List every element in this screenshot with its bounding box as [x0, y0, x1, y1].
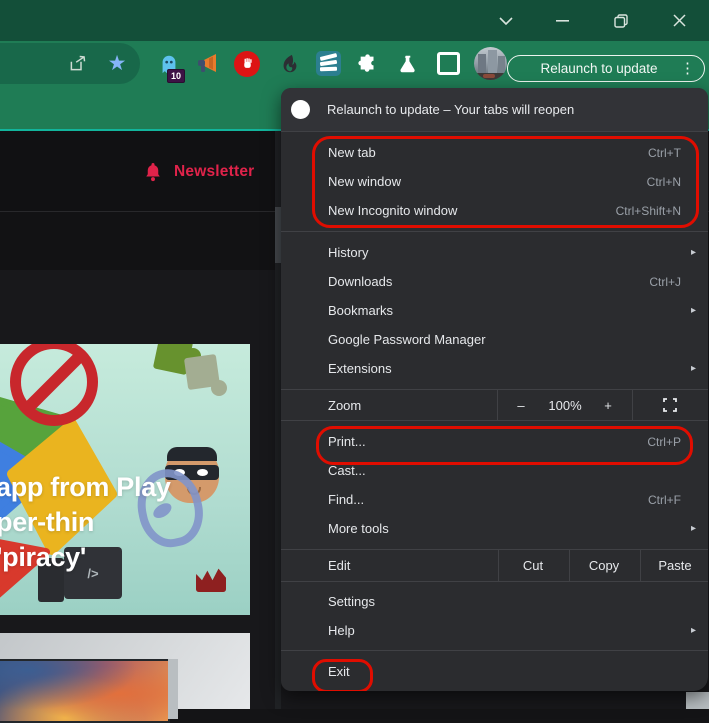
menu-item-cast[interactable]: Cast...: [281, 456, 708, 485]
zoom-label: Zoom: [328, 397, 362, 413]
menu-item-settings[interactable]: Settings: [281, 587, 708, 616]
menu-item-label: Extensions: [328, 361, 392, 376]
menu-item-label: New window: [328, 174, 401, 189]
menu-item-label: Find...: [328, 492, 365, 507]
submenu-arrow-icon: ▸: [690, 523, 696, 534]
menu-item-label: Google Password Manager: [328, 332, 486, 347]
menu-item-shortcut: Ctrl+F: [648, 492, 681, 507]
menu-item-downloads[interactable]: Downloads Ctrl+J: [281, 267, 708, 296]
edit-label: Edit: [328, 558, 351, 573]
newsletter-bell-icon[interactable]: [144, 162, 162, 187]
menu-item-find[interactable]: Find... Ctrl+F: [281, 485, 708, 514]
menu-item-google-password-manager[interactable]: Google Password Manager: [281, 325, 708, 354]
menu-header-text: Relaunch to update – Your tabs will reop…: [327, 102, 575, 117]
menu-item-new-tab[interactable]: New tab Ctrl+T: [281, 138, 708, 167]
flask-extension-icon[interactable]: [390, 43, 426, 84]
divider: [569, 550, 570, 581]
menu-item-shortcut: Ctrl+T: [648, 145, 681, 160]
menu-section-exit: Exit: [281, 651, 708, 691]
hand-blocker-extension-icon[interactable]: [229, 43, 265, 84]
menu-kebab-icon[interactable]: ⋮: [680, 61, 704, 76]
window-menu-chevron-icon[interactable]: [483, 0, 529, 41]
menu-item-print[interactable]: Print... Ctrl+P: [281, 427, 708, 456]
menu-item-label: Downloads: [328, 274, 393, 289]
menu-item-label: New tab: [328, 145, 376, 160]
menu-item-help[interactable]: Help ▸: [281, 616, 708, 645]
menu-item-exit[interactable]: Exit: [281, 657, 708, 686]
menu-item-zoom: Zoom – 100% +: [281, 390, 708, 420]
menu-section-new: New tab Ctrl+T New window Ctrl+N New Inc…: [281, 132, 708, 231]
window-titlebar: [0, 0, 709, 41]
menu-section-actions: Print... Ctrl+P Cast... Find... Ctrl+F M…: [281, 421, 708, 549]
menu-item-label: Cast...: [328, 463, 366, 478]
side-panel-extension-icon[interactable]: [430, 43, 466, 84]
menu-item-label: Help: [328, 623, 355, 638]
submenu-arrow-icon: ▸: [690, 247, 696, 258]
menu-item-label: Exit: [328, 664, 350, 679]
menu-section-settings: Settings Help ▸: [281, 582, 708, 650]
restore-button[interactable]: [598, 0, 644, 41]
fullscreen-icon[interactable]: [663, 398, 677, 417]
headline-line-2: per-thin: [0, 507, 95, 537]
menu-section-library: History ▸ Downloads Ctrl+J Bookmarks ▸ G…: [281, 232, 708, 389]
headline-line-1: app from Play: [0, 472, 171, 502]
menu-item-extensions[interactable]: Extensions ▸: [281, 354, 708, 383]
menu-item-shortcut: Ctrl+Shift+N: [615, 203, 681, 218]
extension-badge: 10: [167, 69, 186, 83]
update-status-icon: [291, 100, 310, 119]
menu-item-shortcut: Ctrl+J: [649, 274, 681, 289]
cut-button[interactable]: Cut: [523, 558, 543, 573]
close-button[interactable]: [656, 0, 702, 41]
menu-item-more-tools[interactable]: More tools ▸: [281, 514, 708, 543]
submenu-arrow-icon: ▸: [690, 363, 696, 374]
menu-item-shortcut: Ctrl+P: [647, 434, 681, 449]
menu-item-shortcut: Ctrl+N: [646, 174, 681, 189]
tv-art: [0, 659, 170, 723]
zoom-out-button[interactable]: –: [517, 398, 524, 413]
headline-line-3: 'piracy': [0, 542, 86, 572]
article-thumbnail-play-store[interactable]: /> app from Play per-thin 'piracy': [0, 344, 250, 615]
flame-extension-icon[interactable]: [272, 43, 308, 84]
menu-header-relaunch[interactable]: Relaunch to update – Your tabs will reop…: [281, 88, 708, 131]
zoom-value: 100%: [548, 397, 582, 413]
share-icon[interactable]: [59, 43, 95, 84]
extensions-puzzle-icon[interactable]: [350, 43, 386, 84]
article-thumbnail-tv[interactable]: [0, 633, 250, 723]
relaunch-label: Relaunch to update: [540, 61, 658, 76]
copy-button[interactable]: Copy: [589, 558, 619, 573]
menu-item-label: New Incognito window: [328, 203, 458, 218]
menu-item-new-incognito-window[interactable]: New Incognito window Ctrl+Shift+N: [281, 196, 708, 225]
teal-book-extension-icon[interactable]: [310, 43, 346, 84]
chrome-app-menu: Relaunch to update – Your tabs will reop…: [281, 88, 708, 691]
profile-avatar[interactable]: [472, 43, 508, 84]
submenu-arrow-icon: ▸: [690, 305, 696, 316]
menu-item-label: Bookmarks: [328, 303, 394, 318]
menu-item-edit: Edit Cut Copy Paste: [281, 550, 708, 581]
divider: [632, 390, 633, 420]
menu-item-bookmarks[interactable]: Bookmarks ▸: [281, 296, 708, 325]
tv-side-art: [168, 659, 178, 719]
divider: [498, 550, 499, 581]
minimize-button[interactable]: [539, 0, 585, 41]
menu-item-label: More tools: [328, 521, 389, 536]
ghost-extension-icon[interactable]: 10: [151, 43, 187, 84]
menu-item-label: History: [328, 245, 369, 260]
divider: [640, 550, 641, 581]
newsletter-link[interactable]: Newsletter: [174, 163, 254, 181]
submenu-arrow-icon: ▸: [690, 625, 696, 636]
zoom-in-button[interactable]: +: [604, 398, 612, 413]
page-content-corner: [686, 692, 709, 709]
menu-item-new-window[interactable]: New window Ctrl+N: [281, 167, 708, 196]
megaphone-extension-icon[interactable]: [189, 43, 225, 84]
divider: [497, 390, 498, 420]
bookmark-star-icon[interactable]: ★: [99, 43, 135, 84]
article-headline: app from Play per-thin 'piracy': [0, 470, 171, 575]
menu-item-label: Settings: [328, 594, 375, 609]
menu-item-label: Print...: [328, 434, 366, 449]
relaunch-to-update-button[interactable]: Relaunch to update ⋮: [507, 55, 705, 82]
menu-item-history[interactable]: History ▸: [281, 238, 708, 267]
paste-button[interactable]: Paste: [658, 558, 691, 573]
